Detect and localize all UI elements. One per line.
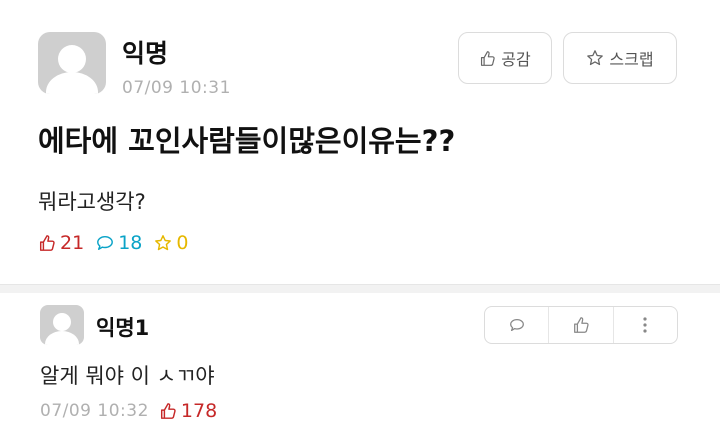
post-timestamp: 07/09 10:31 xyxy=(122,78,231,98)
post-title: 에타에 꼬인사람들이많은이유는?? xyxy=(38,124,456,158)
scrap-count: 0 xyxy=(154,232,188,254)
comment-like-count: 178 xyxy=(159,400,217,422)
comment-author-avatar xyxy=(40,305,84,345)
comment-like-button[interactable] xyxy=(548,307,612,343)
comment-author-name: 익명1 xyxy=(96,316,150,340)
post-author-avatar xyxy=(38,32,106,94)
speech-bubble-icon xyxy=(508,316,526,334)
star-icon xyxy=(154,234,172,252)
comment-text: 알게 뭐야 이 ㅅㄲ야 xyxy=(40,364,215,388)
star-icon xyxy=(586,49,604,67)
comment-meta: 07/09 10:32 178 xyxy=(40,400,217,422)
comment-count-value: 18 xyxy=(118,232,143,254)
scrap-button[interactable]: 스크랩 xyxy=(563,32,677,84)
thumbs-up-icon xyxy=(38,234,56,252)
section-divider xyxy=(0,284,720,293)
avatar-head-shape xyxy=(58,45,86,73)
thumbs-up-icon xyxy=(572,316,590,334)
post-author-name: 익명 xyxy=(122,39,169,68)
like-button-label: 공감 xyxy=(501,50,531,69)
post-stats: 21 18 0 xyxy=(38,232,188,254)
like-count-value: 21 xyxy=(60,232,85,254)
comment-timestamp: 07/09 10:32 xyxy=(40,401,149,421)
scrap-button-label: 스크랩 xyxy=(609,50,654,69)
comment-reply-button[interactable] xyxy=(485,307,548,343)
more-vertical-icon xyxy=(642,316,648,334)
comment-more-button[interactable] xyxy=(612,307,677,343)
scrap-count-value: 0 xyxy=(176,232,189,254)
avatar-body-shape xyxy=(45,331,79,345)
like-button[interactable]: 공감 xyxy=(458,32,552,84)
comment-like-count-value: 178 xyxy=(180,400,218,422)
post-body: 뭐라고생각? xyxy=(38,190,146,214)
comment-actions xyxy=(484,306,678,344)
like-count: 21 xyxy=(38,232,84,254)
avatar-body-shape xyxy=(46,72,98,94)
thumbs-up-icon xyxy=(479,50,496,67)
avatar-head-shape xyxy=(53,313,71,331)
thumbs-up-icon xyxy=(159,402,177,420)
speech-bubble-icon xyxy=(96,234,114,252)
comment-count: 18 xyxy=(96,232,142,254)
